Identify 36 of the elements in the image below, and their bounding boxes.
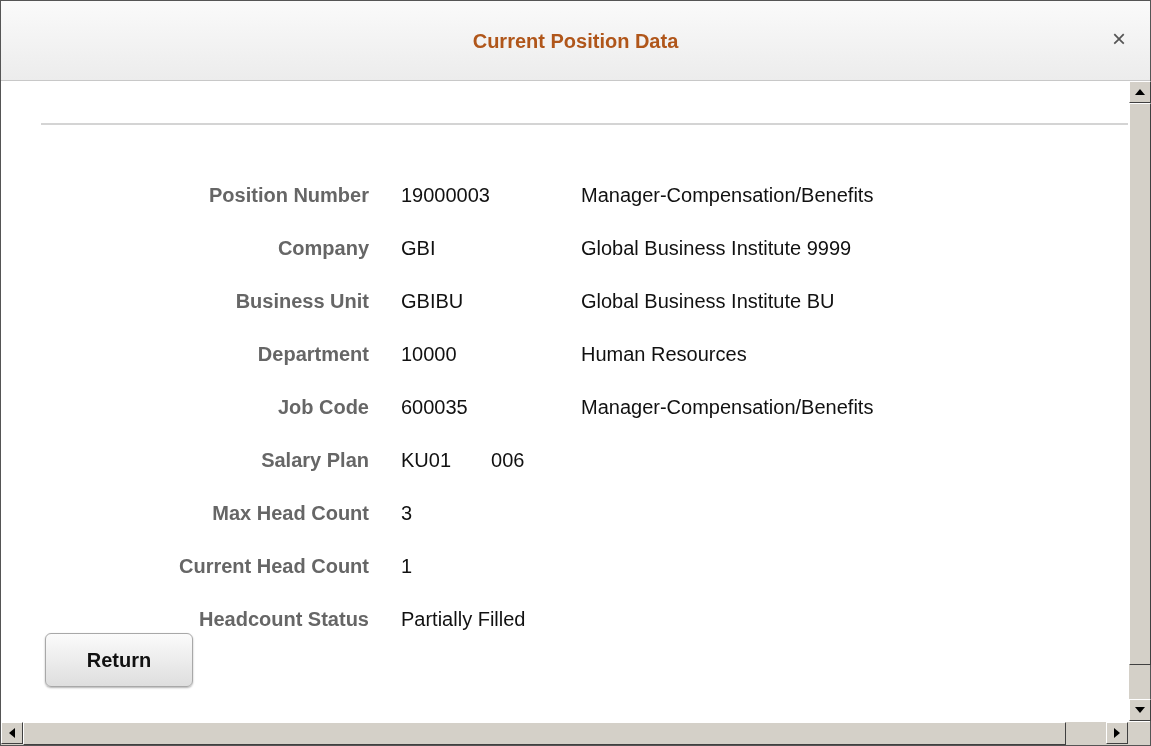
field-description: Global Business Institute BU — [581, 288, 835, 314]
scroll-down-button[interactable] — [1129, 699, 1151, 721]
field-value: GBIBU — [401, 288, 464, 314]
left-arrow-icon — [9, 728, 15, 738]
field-value: KU01 — [401, 447, 452, 473]
field-description: Manager-Compensation/Benefits — [581, 182, 874, 208]
scroll-right-button[interactable] — [1106, 722, 1128, 744]
field-value: 1 — [401, 553, 413, 579]
field-label: Company — [276, 235, 370, 261]
up-arrow-icon — [1135, 89, 1145, 95]
field-label: Max Head Count — [211, 500, 370, 526]
field-value: 19000003 — [401, 182, 490, 208]
field-label: Current Head Count — [178, 553, 370, 579]
down-arrow-icon — [1135, 707, 1145, 713]
field-description: Human Resources — [581, 341, 747, 367]
field-description: Global Business Institute 9999 — [581, 235, 852, 261]
field-value: 006 — [491, 447, 525, 473]
field-label: Job Code — [276, 394, 370, 420]
field-value: 10000 — [401, 341, 457, 367]
field-value: 3 — [401, 500, 413, 526]
scroll-left-button[interactable] — [1, 722, 23, 744]
field-label: Headcount Status — [197, 606, 370, 632]
scroll-up-button[interactable] — [1129, 81, 1151, 103]
close-button[interactable]: × — [1108, 27, 1130, 51]
field-label: Position Number — [208, 182, 370, 208]
window-title: Current Position Data — [472, 28, 679, 54]
field-label: Business Unit — [234, 288, 370, 314]
field-label: Salary Plan — [260, 447, 370, 473]
field-value: Partially Filled — [401, 606, 526, 632]
field-value: GBI — [401, 235, 436, 261]
field-description: Manager-Compensation/Benefits — [581, 394, 874, 420]
return-button[interactable]: Return — [45, 633, 193, 687]
field-value: 600035 — [401, 394, 468, 420]
field-label: Department — [256, 341, 370, 367]
right-arrow-icon — [1114, 728, 1120, 738]
scrollbar-thumb[interactable] — [1129, 103, 1151, 665]
